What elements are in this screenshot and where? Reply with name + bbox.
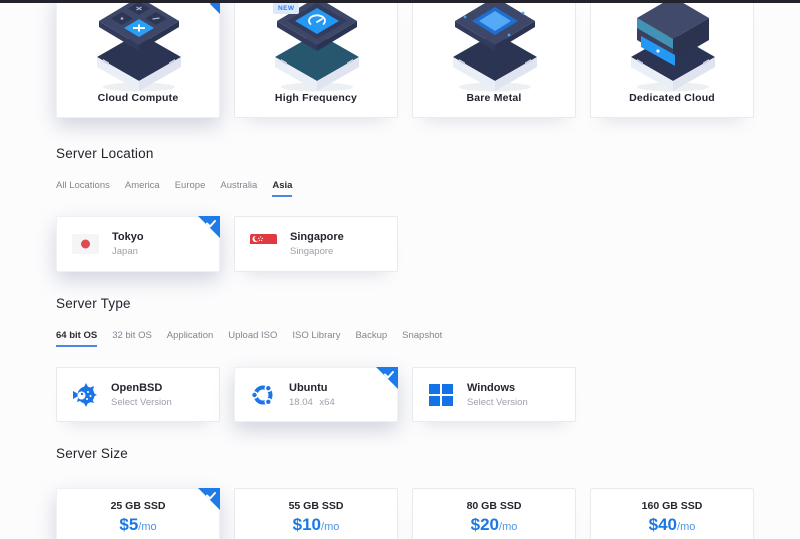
location-country: Singapore — [290, 246, 344, 257]
cloud-compute-illustration — [79, 0, 199, 93]
server-type-card-dedicated-cloud[interactable]: Dedicated Cloud — [590, 0, 754, 118]
size-storage: 80 GB SSD — [413, 500, 575, 512]
selected-check-icon — [198, 488, 220, 510]
tab-backup[interactable]: Backup — [355, 330, 387, 347]
location-name: Tokyo — [112, 231, 144, 243]
location-card-tokyo[interactable]: Tokyo Japan — [56, 216, 220, 272]
japan-flag-icon — [72, 234, 99, 254]
tab-america[interactable]: America — [125, 180, 160, 197]
os-tabs: 64 bit OS 32 bit OS Application Upload I… — [56, 330, 442, 347]
openbsd-icon — [72, 382, 98, 408]
size-storage: 55 GB SSD — [235, 500, 397, 512]
tab-europe[interactable]: Europe — [175, 180, 206, 197]
tab-upload-iso[interactable]: Upload ISO — [228, 330, 277, 347]
location-card-singapore[interactable]: Singapore Singapore — [234, 216, 398, 272]
tab-snapshot[interactable]: Snapshot — [402, 330, 442, 347]
size-period: /mo — [499, 521, 517, 533]
size-period: /mo — [677, 521, 695, 533]
location-country: Japan — [112, 246, 144, 257]
size-price: $5 — [119, 515, 138, 534]
os-name: OpenBSD — [111, 382, 172, 394]
section-heading-server-location: Server Location — [56, 146, 154, 161]
size-price: $10 — [293, 515, 321, 534]
ubuntu-icon — [250, 382, 276, 408]
size-storage: 160 GB SSD — [591, 500, 753, 512]
os-card-windows[interactable]: Windows Select Version — [412, 367, 576, 422]
product-label: High Frequency — [235, 92, 397, 104]
os-card-ubuntu[interactable]: Ubuntu 18.04 x64 — [234, 367, 398, 422]
size-card-25gb[interactable]: 25 GB SSD $5/mo — [56, 488, 220, 539]
server-type-card-high-frequency[interactable]: NEW High Frequency — [234, 0, 398, 118]
os-version: Select Version — [111, 397, 172, 408]
tab-32-bit-os[interactable]: 32 bit OS — [112, 330, 152, 347]
location-name: Singapore — [290, 231, 344, 243]
tab-australia[interactable]: Australia — [220, 180, 257, 197]
os-name: Ubuntu — [289, 382, 335, 394]
deploy-page: Cloud Compute NEW High Frequency — [0, 0, 800, 539]
windows-icon — [428, 382, 454, 408]
tab-application[interactable]: Application — [167, 330, 213, 347]
tab-iso-library[interactable]: ISO Library — [292, 330, 340, 347]
size-price: $40 — [649, 515, 677, 534]
location-tabs: All Locations America Europe Australia A… — [56, 180, 292, 197]
tab-all-locations[interactable]: All Locations — [56, 180, 110, 197]
tab-asia[interactable]: Asia — [272, 180, 292, 197]
server-type-card-bare-metal[interactable]: Bare Metal — [412, 0, 576, 118]
product-label: Bare Metal — [413, 92, 575, 104]
size-card-80gb[interactable]: 80 GB SSD $20/mo — [412, 488, 576, 539]
size-period: /mo — [321, 521, 339, 533]
size-card-55gb[interactable]: 55 GB SSD $10/mo — [234, 488, 398, 539]
os-version: 18.04 x64 — [289, 397, 335, 408]
os-version: Select Version — [467, 397, 528, 408]
os-card-openbsd[interactable]: OpenBSD Select Version — [56, 367, 220, 422]
section-heading-server-size: Server Size — [56, 446, 128, 461]
product-label: Dedicated Cloud — [591, 92, 753, 104]
top-dark-strip — [0, 0, 800, 3]
product-label: Cloud Compute — [57, 92, 219, 104]
size-storage: 25 GB SSD — [57, 500, 219, 512]
size-price: $20 — [471, 515, 499, 534]
tab-64-bit-os[interactable]: 64 bit OS — [56, 330, 97, 347]
server-type-card-cloud-compute[interactable]: Cloud Compute — [56, 0, 220, 118]
os-name: Windows — [467, 382, 528, 394]
selected-check-icon — [198, 216, 220, 238]
singapore-flag-icon — [250, 234, 277, 254]
dedicated-cloud-illustration — [613, 0, 733, 93]
bare-metal-illustration — [435, 0, 555, 93]
selected-check-icon — [376, 367, 398, 389]
size-card-160gb[interactable]: 160 GB SSD $40/mo — [590, 488, 754, 539]
new-badge: NEW — [273, 3, 299, 14]
size-period: /mo — [138, 521, 156, 533]
section-heading-server-type: Server Type — [56, 296, 131, 311]
